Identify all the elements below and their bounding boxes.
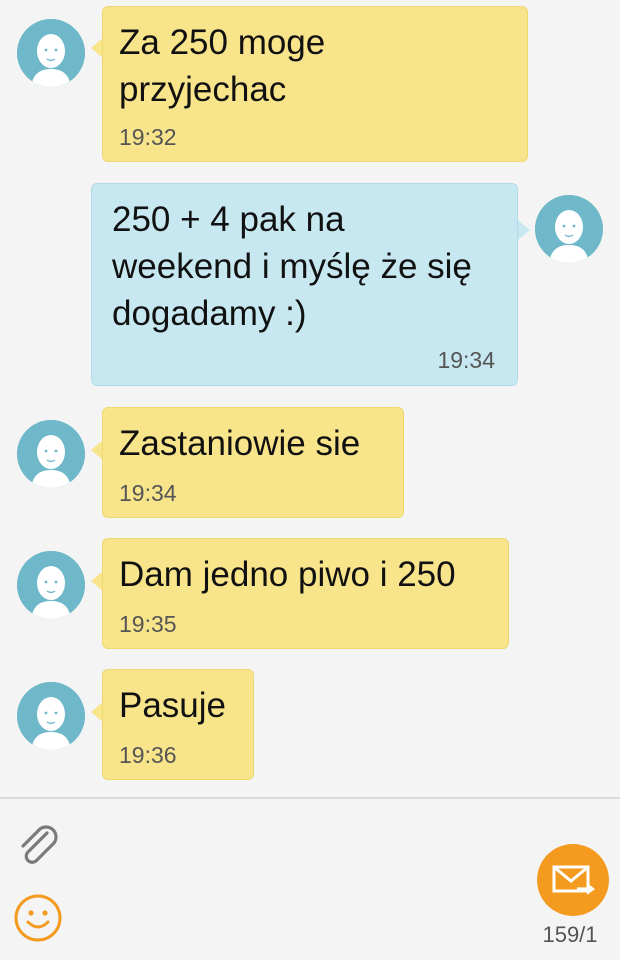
message-timestamp: 19:36 [119, 742, 177, 768]
my-avatar-icon[interactable] [535, 195, 603, 263]
message-timestamp: 19:32 [119, 124, 177, 150]
conversation-screen: Za 250 moge przyjechac 19:32 250 + 4 pak… [0, 0, 620, 960]
contact-avatar-icon[interactable] [17, 420, 85, 488]
composer-bar: 159/1 [0, 797, 620, 960]
message-row-incoming: Zastaniowie sie 19:34 [0, 400, 620, 525]
message-text: Zastaniowie sie [119, 424, 361, 463]
contact-avatar-icon[interactable] [17, 551, 85, 619]
message-bubble[interactable]: Za 250 moge przyjechac 19:32 [102, 6, 528, 162]
message-text: Dam jedno piwo i 250 [119, 555, 456, 594]
character-counter: 159/1 [542, 922, 598, 947]
smiley-icon[interactable] [13, 893, 63, 943]
message-timestamp: 19:34 [119, 480, 177, 506]
bubble-tail [518, 220, 530, 240]
message-bubble[interactable]: Zastaniowie sie 19:34 [102, 407, 404, 518]
message-row-outgoing: 250 + 4 pak na weekend i myślę że się do… [0, 170, 620, 390]
message-bubble[interactable]: 250 + 4 pak na weekend i myślę że się do… [91, 183, 518, 386]
message-text: Pasuje [119, 686, 227, 725]
message-text: Za 250 moge przyjechac [119, 23, 326, 109]
message-row-incoming: Dam jedno piwo i 250 19:35 [0, 530, 620, 655]
send-message-icon [552, 865, 595, 895]
message-thread[interactable]: Za 250 moge przyjechac 19:32 250 + 4 pak… [0, 0, 620, 797]
message-timestamp: 19:35 [119, 611, 177, 637]
paperclip-icon[interactable] [14, 821, 62, 869]
send-button[interactable] [537, 844, 609, 916]
message-bubble[interactable]: Pasuje 19:36 [102, 669, 254, 780]
contact-avatar-icon[interactable] [17, 19, 85, 87]
message-bubble[interactable]: Dam jedno piwo i 250 19:35 [102, 538, 509, 649]
message-row-incoming: Pasuje 19:36 [0, 660, 620, 785]
message-row-incoming: Za 250 moge przyjechac 19:32 [0, 0, 620, 170]
message-timestamp: 19:34 [437, 347, 495, 373]
contact-avatar-icon[interactable] [17, 682, 85, 750]
message-text: 250 + 4 pak na weekend i myślę że się do… [112, 200, 472, 333]
